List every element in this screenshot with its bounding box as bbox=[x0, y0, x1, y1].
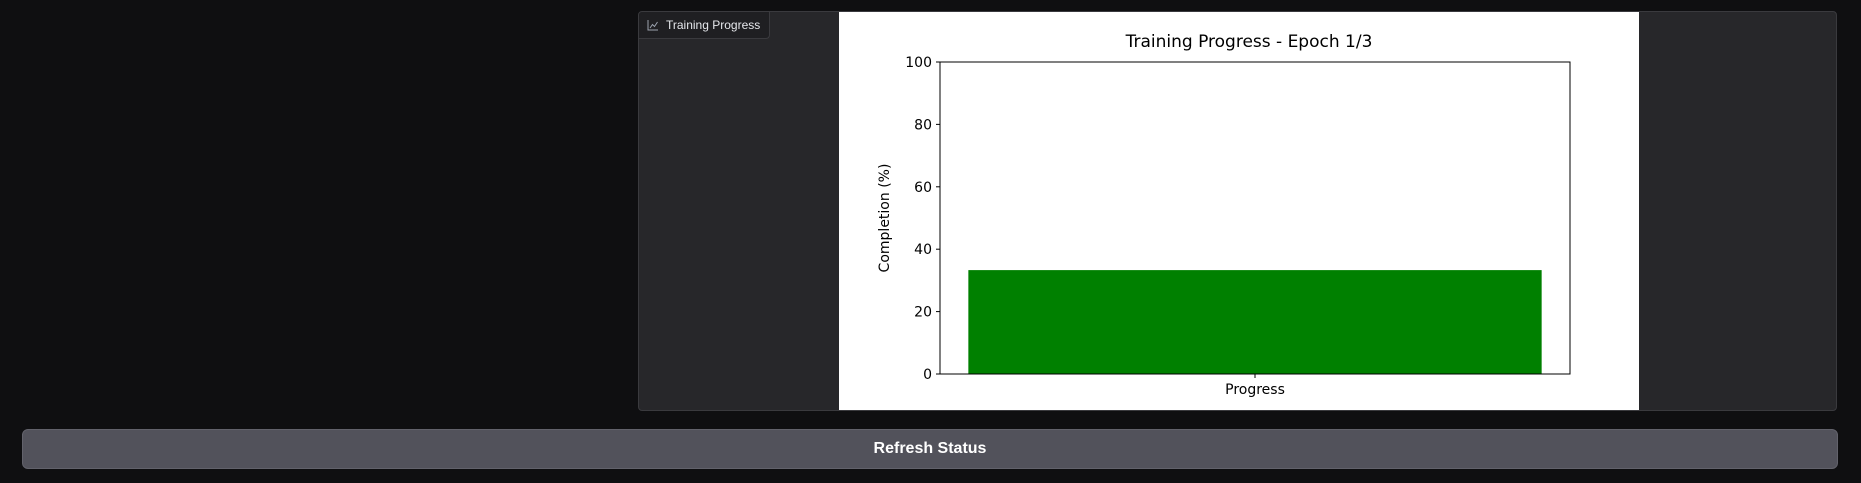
x-ticks: Progress bbox=[1225, 374, 1285, 398]
y-tick-label: 100 bbox=[905, 55, 932, 71]
y-ticks: 0 20 40 60 80 100 bbox=[905, 55, 940, 383]
plot-panel-label-text: Training Progress bbox=[666, 18, 761, 32]
bar-chart: Training Progress - Epoch 1/3 Completion… bbox=[877, 32, 1571, 398]
x-tick-label: Progress bbox=[1225, 382, 1285, 398]
plot-panel: Training Progress Training Progress - Ep… bbox=[638, 11, 1837, 411]
plot-panel-label: Training Progress bbox=[639, 12, 771, 39]
chart-icon bbox=[647, 19, 659, 31]
bar-progress bbox=[968, 270, 1542, 374]
y-tick-label: 20 bbox=[914, 305, 932, 321]
y-tick-label: 60 bbox=[914, 180, 932, 196]
y-tick-label: 0 bbox=[923, 367, 932, 383]
y-tick-label: 80 bbox=[914, 117, 932, 133]
refresh-status-button[interactable]: Refresh Status bbox=[22, 429, 1838, 469]
y-axis-label: Completion (%) bbox=[877, 164, 893, 273]
y-tick-label: 40 bbox=[914, 242, 932, 258]
bars bbox=[968, 270, 1542, 374]
chart-figure: Training Progress - Epoch 1/3 Completion… bbox=[839, 12, 1639, 410]
chart-title: Training Progress - Epoch 1/3 bbox=[1125, 32, 1373, 52]
